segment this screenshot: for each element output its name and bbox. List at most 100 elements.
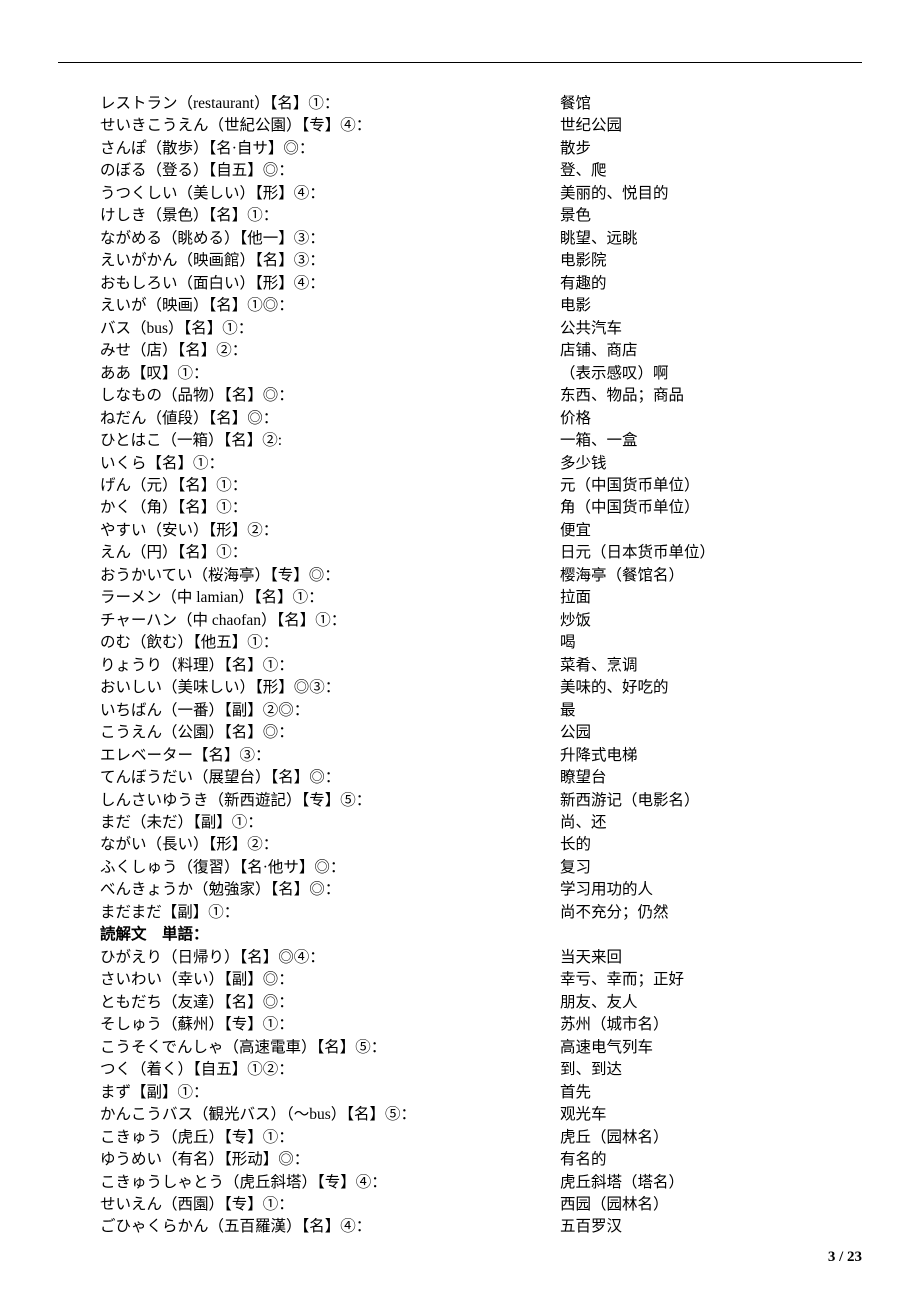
chinese-meaning: 樱海亭（餐馆名） bbox=[560, 565, 862, 587]
vocab-row: えいが（映画）【名】①◎：电影 bbox=[100, 295, 862, 317]
japanese-term: かんこうバス（観光バス）（～bus）【名】⑤： bbox=[100, 1104, 560, 1126]
japanese-term: せいきこうえん（世紀公園）【专】④： bbox=[100, 115, 560, 137]
japanese-term: まだまだ【副】①： bbox=[100, 902, 560, 924]
japanese-term: せいえん（西園）【专】①： bbox=[100, 1194, 560, 1216]
japanese-term: のぼる（登る）【自五】◎： bbox=[100, 160, 560, 182]
japanese-term: さんぽ（散歩）【名·自サ】◎： bbox=[100, 138, 560, 160]
japanese-term: えん（円）【名】①： bbox=[100, 542, 560, 564]
japanese-term: うつくしい（美しい）【形】④： bbox=[100, 183, 560, 205]
vocab-row: こきゅうしゃとう（虎丘斜塔）【专】④：虎丘斜塔（塔名） bbox=[100, 1172, 862, 1194]
vocab-row: ともだち（友達）【名】◎：朋友、友人 bbox=[100, 992, 862, 1014]
chinese-meaning: 西园（园林名） bbox=[560, 1194, 862, 1216]
vocab-row: のぼる（登る）【自五】◎：登、爬 bbox=[100, 160, 862, 182]
chinese-meaning: 瞭望台 bbox=[560, 767, 862, 789]
vocab-row: うつくしい（美しい）【形】④：美丽的、悦目的 bbox=[100, 183, 862, 205]
vocab-row: ねだん（値段）【名】◎：价格 bbox=[100, 408, 862, 430]
chinese-meaning: 东西、物品；商品 bbox=[560, 385, 862, 407]
chinese-meaning: 电影院 bbox=[560, 250, 862, 272]
vocab-row: みせ（店）【名】②：店铺、商店 bbox=[100, 340, 862, 362]
chinese-meaning: 美丽的、悦目的 bbox=[560, 183, 862, 205]
vocab-row: ながめる（眺める）【他一】③：眺望、远眺 bbox=[100, 228, 862, 250]
chinese-meaning: 喝 bbox=[560, 632, 862, 654]
vocab-row: りょうり（料理）【名】①：菜肴、烹调 bbox=[100, 655, 862, 677]
vocab-row: ふくしゅう（復習）【名·他サ】◎：复习 bbox=[100, 857, 862, 879]
vocab-row: しんさいゆうき（新西遊記）【专】⑤：新西游记（电影名） bbox=[100, 790, 862, 812]
vocab-row: こきゅう（虎丘）【专】①：虎丘（园林名） bbox=[100, 1127, 862, 1149]
japanese-term: こきゅう（虎丘）【专】①： bbox=[100, 1127, 560, 1149]
japanese-term: いちばん（一番）【副】②◎： bbox=[100, 700, 560, 722]
chinese-meaning: 店铺、商店 bbox=[560, 340, 862, 362]
vocab-row: おもしろい（面白い）【形】④：有趣的 bbox=[100, 273, 862, 295]
vocab-row: エレベーター【名】③：升降式电梯 bbox=[100, 745, 862, 767]
chinese-meaning: 虎丘（园林名） bbox=[560, 1127, 862, 1149]
chinese-meaning: 角（中国货币单位） bbox=[560, 497, 862, 519]
chinese-meaning: 有名的 bbox=[560, 1149, 862, 1171]
vocab-row: えん（円）【名】①：日元（日本货币单位） bbox=[100, 542, 862, 564]
japanese-term: ながい（長い）【形】②： bbox=[100, 834, 560, 856]
japanese-term: べんきょうか（勉強家）【名】◎： bbox=[100, 879, 560, 901]
vocab-row: べんきょうか（勉強家）【名】◎：学习用功的人 bbox=[100, 879, 862, 901]
chinese-meaning: 复习 bbox=[560, 857, 862, 879]
chinese-meaning: 最 bbox=[560, 700, 862, 722]
vocab-row: せいえん（西園）【专】①：西园（园林名） bbox=[100, 1194, 862, 1216]
vocab-row: おいしい（美味しい）【形】◎③：美味的、好吃的 bbox=[100, 677, 862, 699]
chinese-meaning: 苏州（城市名） bbox=[560, 1014, 862, 1036]
vocab-row: ああ【叹】①：（表示感叹）啊 bbox=[100, 363, 862, 385]
vocab-row: つく（着く）【自五】①②：到、到达 bbox=[100, 1059, 862, 1081]
japanese-term: おいしい（美味しい）【形】◎③： bbox=[100, 677, 560, 699]
japanese-term: かく（角）【名】①： bbox=[100, 497, 560, 519]
vocab-row: ひとはこ（一箱）【名】②:一箱、一盒 bbox=[100, 430, 862, 452]
chinese-meaning: 散步 bbox=[560, 138, 862, 160]
chinese-meaning: 升降式电梯 bbox=[560, 745, 862, 767]
page-number: 3 / 23 bbox=[828, 1249, 862, 1266]
vocab-row: いちばん（一番）【副】②◎：最 bbox=[100, 700, 862, 722]
vocab-row: ゆうめい（有名）【形动】◎：有名的 bbox=[100, 1149, 862, 1171]
vocab-row: さいわい（幸い）【副】◎：幸亏、幸而；正好 bbox=[100, 969, 862, 991]
japanese-term: こうそくでんしゃ（高速電車）【名】⑤： bbox=[100, 1037, 560, 1059]
japanese-term: げん（元）【名】①： bbox=[100, 475, 560, 497]
japanese-term: ひとはこ（一箱）【名】②: bbox=[100, 430, 560, 452]
japanese-term: こきゅうしゃとう（虎丘斜塔）【专】④： bbox=[100, 1172, 560, 1194]
chinese-meaning: 有趣的 bbox=[560, 273, 862, 295]
document-page: レストラン（restaurant）【名】①：餐馆せいきこうえん（世紀公園）【专】… bbox=[0, 0, 920, 1302]
vocab-row: かく（角）【名】①：角（中国货币单位） bbox=[100, 497, 862, 519]
chinese-meaning: 公共汽车 bbox=[560, 318, 862, 340]
chinese-meaning: 元（中国货币单位） bbox=[560, 475, 862, 497]
japanese-term: みせ（店）【名】②： bbox=[100, 340, 560, 362]
section-heading-row: 読解文 単語： bbox=[100, 924, 862, 946]
vocab-row: げん（元）【名】①：元（中国货币单位） bbox=[100, 475, 862, 497]
chinese-meaning: 眺望、远眺 bbox=[560, 228, 862, 250]
chinese-meaning: 公园 bbox=[560, 722, 862, 744]
chinese-meaning: 多少钱 bbox=[560, 453, 862, 475]
chinese-meaning: 当天来回 bbox=[560, 947, 862, 969]
chinese-meaning: 炒饭 bbox=[560, 610, 862, 632]
chinese-meaning: 观光车 bbox=[560, 1104, 862, 1126]
vocab-row: いくら【名】①：多少钱 bbox=[100, 453, 862, 475]
chinese-meaning: 新西游记（电影名） bbox=[560, 790, 862, 812]
japanese-term: てんぼうだい（展望台）【名】◎： bbox=[100, 767, 560, 789]
japanese-term: えいがかん（映画館）【名】③： bbox=[100, 250, 560, 272]
japanese-term: つく（着く）【自五】①②： bbox=[100, 1059, 560, 1081]
japanese-term: ああ【叹】①： bbox=[100, 363, 560, 385]
chinese-meaning: 朋友、友人 bbox=[560, 992, 862, 1014]
japanese-term: のむ（飲む）【他五】①： bbox=[100, 632, 560, 654]
vocab-row: かんこうバス（観光バス）（～bus）【名】⑤：观光车 bbox=[100, 1104, 862, 1126]
japanese-term: やすい（安い）【形】②： bbox=[100, 520, 560, 542]
chinese-meaning: 世纪公园 bbox=[560, 115, 862, 137]
japanese-term: ゆうめい（有名）【形动】◎： bbox=[100, 1149, 560, 1171]
japanese-term: ひがえり（日帰り）【名】◎④： bbox=[100, 947, 560, 969]
vocab-row: えいがかん（映画館）【名】③：电影院 bbox=[100, 250, 862, 272]
chinese-meaning: 日元（日本货币单位） bbox=[560, 542, 862, 564]
vocab-row: やすい（安い）【形】②：便宜 bbox=[100, 520, 862, 542]
japanese-term: エレベーター【名】③： bbox=[100, 745, 560, 767]
chinese-meaning: 登、爬 bbox=[560, 160, 862, 182]
japanese-term: ながめる（眺める）【他一】③： bbox=[100, 228, 560, 250]
japanese-term: おうかいてい（桜海亭）【专】◎： bbox=[100, 565, 560, 587]
chinese-meaning: 拉面 bbox=[560, 587, 862, 609]
japanese-term: しなもの（品物）【名】◎： bbox=[100, 385, 560, 407]
chinese-meaning: （表示感叹）啊 bbox=[560, 363, 862, 385]
section-heading: 読解文 単語： bbox=[100, 924, 560, 946]
japanese-term: バス（bus）【名】①： bbox=[100, 318, 560, 340]
chinese-meaning: 虎丘斜塔（塔名） bbox=[560, 1172, 862, 1194]
japanese-term: ともだち（友達）【名】◎： bbox=[100, 992, 560, 1014]
